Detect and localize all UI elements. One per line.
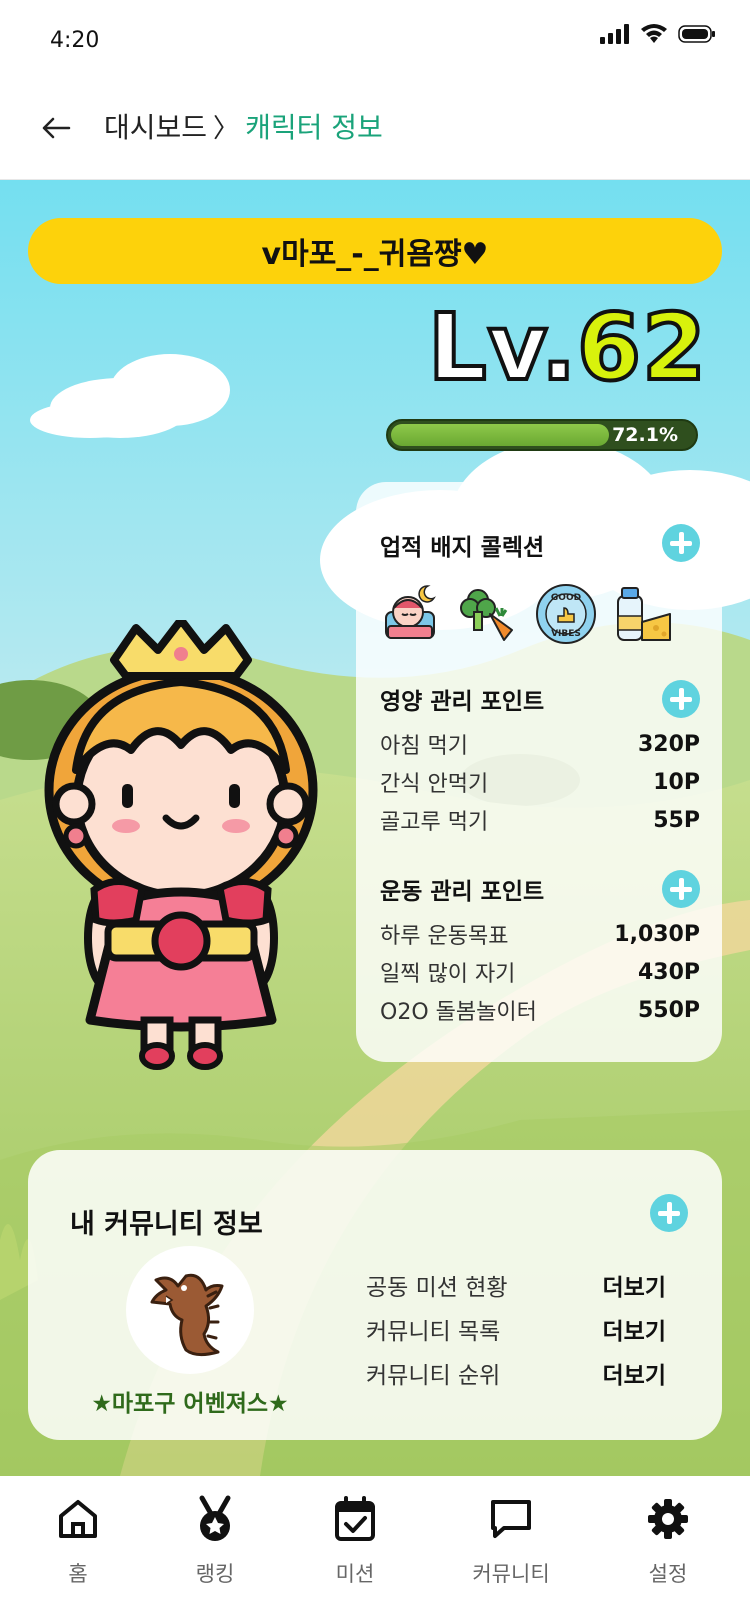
exercise-row: 하루 운동목표 1,030P bbox=[380, 918, 700, 950]
point-label: 아침 먹기 bbox=[380, 734, 468, 759]
point-label: O2O 돌봄놀이터 bbox=[380, 1000, 537, 1025]
dragon-icon bbox=[150, 1273, 224, 1357]
point-value: 10P bbox=[653, 769, 700, 795]
status-icons bbox=[600, 24, 716, 44]
xp-progress-label: 72.1% bbox=[612, 424, 678, 446]
battery-icon bbox=[678, 25, 715, 43]
community-title: 내 커뮤니티 정보 bbox=[70, 1209, 263, 1240]
nutrition-row: 간식 안먹기 10P bbox=[380, 766, 700, 798]
nutrition-row: 골고루 먹기 55P bbox=[380, 804, 700, 836]
more-link[interactable]: 더보기 bbox=[603, 1312, 666, 1346]
nav-label: 홈 bbox=[68, 1562, 88, 1586]
status-bar: 4:20 bbox=[0, 0, 750, 80]
community-row-list: 커뮤니티 목록 더보기 bbox=[366, 1312, 666, 1346]
row-label: 커뮤니티 목록 bbox=[366, 1319, 501, 1345]
status-time: 4:20 bbox=[50, 28, 100, 53]
community-name: ★마포구 어벤져스★ bbox=[91, 1391, 289, 1417]
level-prefix: Lv. bbox=[426, 294, 578, 401]
level-display: Lv.62 bbox=[426, 300, 708, 396]
community-avatar[interactable] bbox=[126, 1246, 254, 1374]
add-badge-button[interactable] bbox=[662, 524, 700, 562]
xp-progress-fill bbox=[391, 424, 609, 446]
community-row-missions: 공동 미션 현황 더보기 bbox=[366, 1268, 666, 1302]
nutrition-title: 영양 관리 포인트 bbox=[380, 689, 545, 715]
more-link[interactable]: 더보기 bbox=[603, 1268, 666, 1302]
level-number: 62 bbox=[575, 294, 708, 401]
chat-icon bbox=[491, 1500, 531, 1538]
community-card: 내 커뮤니티 정보 ★마포구 어벤져스★ 공동 미션 현황 더보기 커뮤니티 목… bbox=[28, 1150, 722, 1440]
nav-mission[interactable]: 미션 bbox=[295, 1494, 415, 1604]
breadcrumb-separator: 〉 bbox=[213, 113, 240, 144]
row-label: 커뮤니티 순위 bbox=[366, 1363, 501, 1389]
point-label: 골고루 먹기 bbox=[380, 810, 489, 835]
nav-label: 미션 bbox=[335, 1562, 375, 1586]
badges-title: 업적 배지 콜렉션 bbox=[380, 535, 545, 561]
arrow-left-icon bbox=[42, 117, 71, 139]
nav-label: 랭킹 bbox=[195, 1562, 235, 1586]
svg-text:GOOD: GOOD bbox=[551, 593, 581, 603]
gear-icon bbox=[648, 1499, 688, 1539]
exercise-row: 일찍 많이 자기 430P bbox=[380, 956, 700, 988]
nutrition-row: 아침 먹기 320P bbox=[380, 728, 700, 760]
nickname: v마포_-_귀욤쨩♥ bbox=[261, 237, 489, 272]
breadcrumb: 대시보드 〉 캐릭터 정보 bbox=[104, 106, 383, 146]
princess-character bbox=[44, 620, 318, 1070]
xp-progress-bar: 72.1% bbox=[386, 419, 698, 451]
page-title: 캐릭터 정보 bbox=[245, 111, 383, 144]
badge-list: GOOD VIBES bbox=[378, 582, 676, 646]
breadcrumb-dashboard[interactable]: 대시보드 bbox=[104, 106, 207, 146]
add-community-button[interactable] bbox=[650, 1194, 688, 1232]
bottom-nav: 홈 랭킹 미션 커뮤니티 설정 bbox=[0, 1476, 750, 1624]
point-value: 430P bbox=[637, 959, 700, 985]
add-exercise-button[interactable] bbox=[662, 870, 700, 908]
row-label: 공동 미션 현황 bbox=[366, 1275, 508, 1301]
stats-card: 업적 배지 콜렉션 GOOD VIBES 영양 관리 포인트 아침 먹기 320… bbox=[356, 482, 722, 1062]
exercise-title: 운동 관리 포인트 bbox=[380, 879, 545, 905]
nav-label: 커뮤니티 bbox=[472, 1562, 550, 1586]
add-nutrition-button[interactable] bbox=[662, 680, 700, 718]
point-value: 1,030P bbox=[614, 921, 700, 947]
nav-home[interactable]: 홈 bbox=[18, 1494, 138, 1604]
nickname-bar: v마포_-_귀욤쨩♥ bbox=[28, 218, 722, 284]
signal-icon bbox=[600, 24, 629, 44]
nav-ranking[interactable]: 랭킹 bbox=[155, 1494, 275, 1604]
sleeping-child-icon[interactable] bbox=[378, 582, 442, 646]
milk-cheese-icon[interactable] bbox=[612, 582, 676, 646]
wifi-icon bbox=[641, 24, 667, 43]
nav-community[interactable]: 커뮤니티 bbox=[451, 1494, 571, 1604]
point-value: 320P bbox=[637, 731, 700, 757]
calendar-check-icon bbox=[335, 1496, 375, 1541]
point-label: 일찍 많이 자기 bbox=[380, 962, 516, 987]
vegetables-icon[interactable] bbox=[456, 582, 520, 646]
point-label: 간식 안먹기 bbox=[380, 772, 489, 797]
good-vibes-icon[interactable]: GOOD VIBES bbox=[534, 582, 598, 646]
nav-label: 설정 bbox=[648, 1562, 688, 1586]
nav-settings[interactable]: 설정 bbox=[608, 1494, 728, 1604]
point-label: 하루 운동목표 bbox=[380, 924, 509, 949]
back-button[interactable] bbox=[36, 108, 76, 148]
character-scene: v마포_-_귀욤쨩♥ Lv.62 72.1% 업적 배지 콜렉션 GOOD VI… bbox=[0, 180, 750, 1476]
svg-text:VIBES: VIBES bbox=[551, 629, 581, 639]
point-value: 550P bbox=[637, 997, 700, 1023]
community-row-ranking: 커뮤니티 순위 더보기 bbox=[366, 1356, 666, 1390]
header: 대시보드 〉 캐릭터 정보 bbox=[0, 80, 750, 180]
point-value: 55P bbox=[653, 807, 700, 833]
more-link[interactable]: 더보기 bbox=[603, 1356, 666, 1390]
home-icon bbox=[59, 1500, 97, 1538]
medal-icon bbox=[199, 1495, 231, 1541]
exercise-row: O2O 돌봄놀이터 550P bbox=[380, 994, 700, 1026]
